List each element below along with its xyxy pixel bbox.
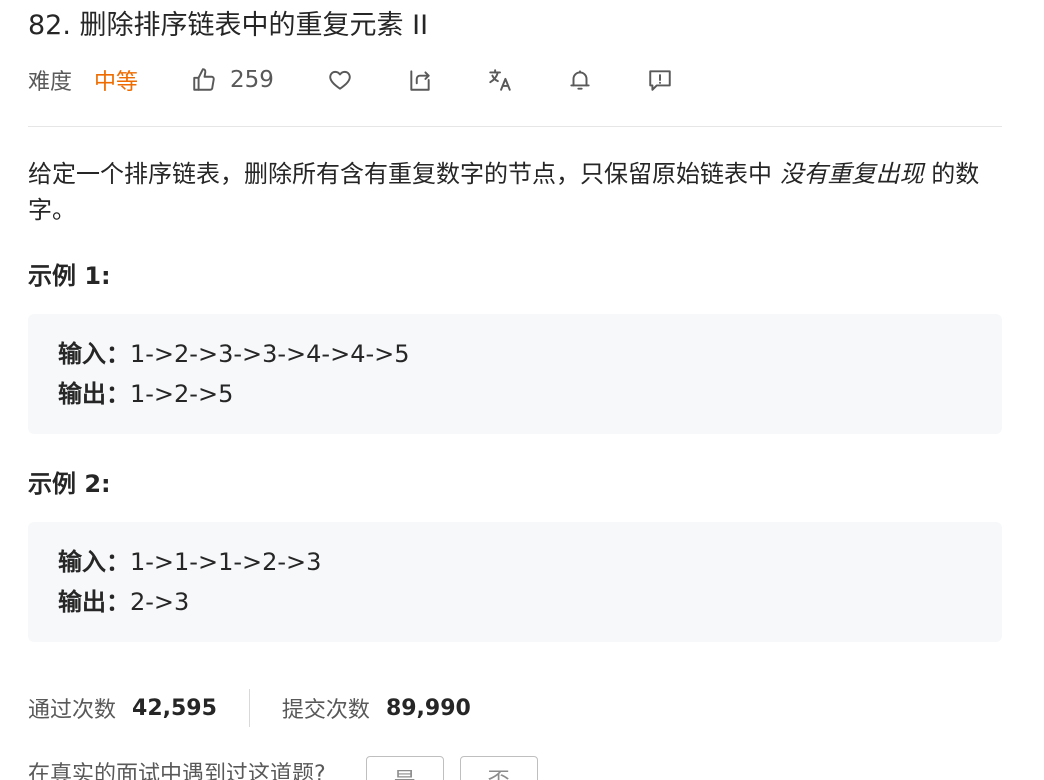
like-button[interactable]: 259 (190, 66, 274, 94)
no-button[interactable]: 否 (459, 756, 538, 780)
submitted-count: 89,990 (385, 695, 471, 721)
difficulty-label: 难度 (28, 70, 73, 95)
example-1-box: 输入： 1->2->3->3->4->4->5 输出： 1->2->5 (28, 314, 1002, 434)
input-value: 1->2->3->3->4->4->5 (130, 340, 410, 368)
header-divider (28, 126, 1002, 127)
bell-icon[interactable] (566, 66, 594, 94)
input-label: 输入： (58, 340, 130, 368)
translate-icon[interactable] (486, 66, 514, 94)
problem-title: 82. 删除排序链表中的重复元素 II (28, 10, 429, 41)
feedback-icon[interactable] (646, 66, 674, 94)
example-2-input: 输入： 1->1->1->2->3 (58, 542, 1002, 582)
example-2-box: 输入： 1->1->1->2->3 输出： 2->3 (28, 522, 1002, 642)
heart-icon[interactable] (326, 66, 354, 94)
like-count: 259 (230, 67, 274, 93)
submission-stats: 通过次数 42,595 提交次数 89,990 (28, 688, 471, 728)
example-1-title: 示例 1: (28, 262, 111, 290)
thumbs-up-icon (190, 66, 218, 94)
accepted-label: 通过次数 (28, 698, 117, 723)
interview-feedback: 在真实的面试中遇到过这道题? 是 否 (28, 756, 538, 780)
submitted-label: 提交次数 (281, 698, 370, 723)
problem-page: 82. 删除排序链表中的重复元素 II 难度 中等 259 给定一个排序链表，删… (0, 0, 1044, 780)
example-2-title: 示例 2: (28, 470, 111, 498)
problem-meta-bar: 难度 中等 259 (28, 62, 674, 98)
difficulty-badge: 中等 (94, 70, 139, 95)
accepted-count: 42,595 (132, 695, 217, 721)
share-icon[interactable] (406, 66, 434, 94)
example-2-output: 输出： 2->3 (58, 582, 1002, 622)
output-label: 输出： (58, 380, 130, 408)
stats-divider (248, 689, 250, 727)
output-label: 输出： (58, 588, 130, 616)
input-value: 1->1->1->2->3 (130, 548, 322, 576)
input-label: 输入： (58, 548, 130, 576)
example-1-output: 输出： 1->2->5 (58, 374, 1002, 414)
output-value: 1->2->5 (130, 380, 234, 408)
feedback-question: 在真实的面试中遇到过这道题? (28, 762, 326, 780)
example-1-input: 输入： 1->2->3->3->4->4->5 (58, 334, 1002, 374)
description-emphasis: 没有重复出现 (779, 160, 924, 188)
problem-description: 给定一个排序链表，删除所有含有重复数字的节点，只保留原始链表中 没有重复出现 的… (28, 156, 988, 228)
yes-button[interactable]: 是 (365, 756, 444, 780)
description-text: 给定一个排序链表，删除所有含有重复数字的节点，只保留原始链表中 (28, 160, 780, 188)
output-value: 2->3 (130, 588, 190, 616)
